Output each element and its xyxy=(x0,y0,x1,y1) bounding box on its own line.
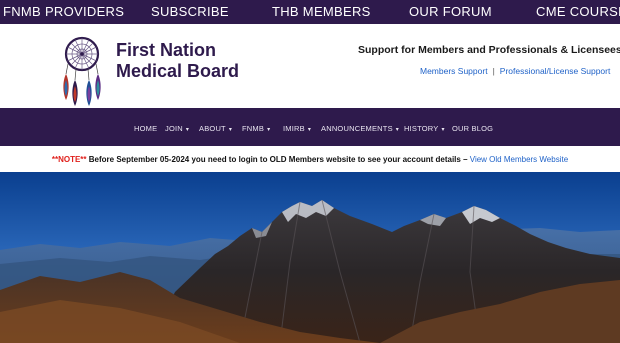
topbar-link-fnmb-providers[interactable]: FNMB PROVIDERS xyxy=(3,4,124,19)
nav-item-label: JOIN xyxy=(165,124,183,133)
logo-line-1: First Nation xyxy=(116,40,217,60)
nav-item-home[interactable]: HOME xyxy=(134,124,157,133)
support-title: Support for Members and Professionals & … xyxy=(358,44,620,56)
logo-line-2: Medical Board xyxy=(116,61,240,81)
notice-text: Before September 05-2024 you need to log… xyxy=(86,155,470,164)
chevron-down-icon: ▾ xyxy=(228,127,233,133)
nav-item-our-blog[interactable]: OUR BLOG xyxy=(452,124,493,133)
nav-item-label: ABOUT xyxy=(199,124,226,133)
nav-item-label: ANNOUNCEMENTS xyxy=(321,124,393,133)
topbar-link-cme-courses[interactable]: CME COURSES xyxy=(536,4,620,19)
professional-support-link[interactable]: Professional/License Support xyxy=(500,66,611,76)
chevron-down-icon: ▾ xyxy=(267,127,271,133)
topbar-link-subscribe[interactable]: SUBSCRIBE xyxy=(151,4,229,19)
nav-item-about[interactable]: ABOUT ▾ xyxy=(199,124,232,133)
chevron-down-icon: ▾ xyxy=(441,127,445,133)
old-members-website-link[interactable]: View Old Members Website xyxy=(470,155,568,164)
notice-bar: **NOTE** Before September 05-2024 you ne… xyxy=(0,146,620,172)
site-logo-text[interactable]: First Nation Medical Board xyxy=(116,40,239,82)
nav-item-imirb[interactable]: IMIRB ▾ xyxy=(283,124,311,133)
chevron-down-icon: ▾ xyxy=(395,127,399,133)
nav-item-label: OUR BLOG xyxy=(452,124,494,133)
nav-item-history[interactable]: HISTORY ▾ xyxy=(404,124,445,133)
members-support-link[interactable]: Members Support xyxy=(420,66,488,76)
nav-item-label: IMIRB xyxy=(283,124,305,133)
topbar-link-our-forum[interactable]: OUR FORUM xyxy=(409,4,492,19)
nav-item-label: HISTORY xyxy=(404,124,439,133)
mountain-hero-image xyxy=(0,172,620,343)
chevron-down-icon: ▾ xyxy=(307,127,312,133)
nav-item-label: FNMB xyxy=(242,124,265,133)
dreamcatcher-logo-icon[interactable] xyxy=(54,36,110,108)
top-bar: FNMB PROVIDERS SUBSCRIBE THB MEMBERS OUR… xyxy=(0,0,620,24)
main-nav: HOME JOIN ▾ ABOUT ▾ FNMB ▾ IMIRB ▾ ANNOUNCEM… xyxy=(0,108,620,146)
topbar-link-thb-members[interactable]: THB MEMBERS xyxy=(272,4,371,19)
note-label: **NOTE** xyxy=(51,155,87,164)
support-links: Members Support | Professional/License Sup… xyxy=(420,66,610,76)
chevron-down-icon: ▾ xyxy=(185,127,190,133)
nav-item-fnmb[interactable]: FNMB ▾ xyxy=(242,124,270,133)
support-separator: | xyxy=(492,66,495,76)
nav-item-join[interactable]: JOIN ▾ xyxy=(165,124,189,133)
nav-item-announcements[interactable]: ANNOUNCEMENTS ▾ xyxy=(321,124,399,133)
site-header: First Nation Medical Board Support for M… xyxy=(0,24,620,108)
nav-item-label: HOME xyxy=(134,124,158,133)
